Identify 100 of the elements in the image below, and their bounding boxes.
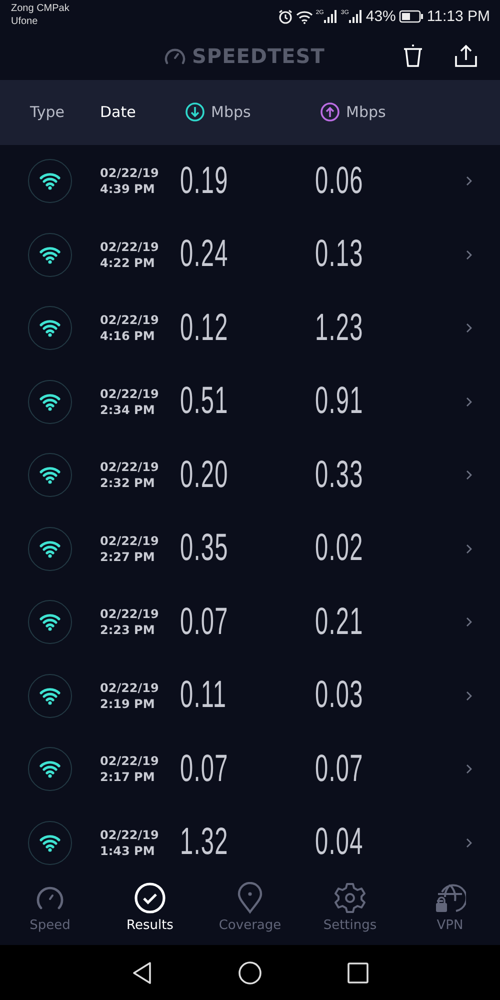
chevron-icon — [465, 396, 473, 408]
chevron-icon — [465, 542, 473, 555]
carrier-name: Zong CMPak — [11, 2, 70, 15]
result-date: 02/22/19 — [100, 826, 160, 843]
wifi-icon — [28, 232, 72, 277]
download-speed: 0.51 — [180, 380, 230, 424]
result-time: 2:23 PM — [100, 622, 156, 638]
upload-speed: 0.33 — [315, 454, 364, 497]
download-speed: 0.11 — [180, 674, 228, 718]
upload-icon — [320, 102, 340, 122]
check-icon — [134, 882, 166, 914]
result-date: 02/22/19 — [100, 238, 160, 255]
column-header[interactable]: Type — [30, 103, 64, 122]
download-speed: 0.20 — [180, 454, 230, 497]
result-time: 4:39 PM — [100, 181, 156, 198]
upload-speed: 0.21 — [315, 600, 364, 644]
result-time: 2:32 PM — [100, 475, 156, 492]
chevron-button[interactable] — [465, 690, 473, 702]
chevron-icon — [465, 322, 473, 334]
result-date: 02/22/19 — [100, 532, 160, 549]
upload-speed: 1.23 — [315, 306, 364, 350]
wifi-icon — [28, 747, 72, 792]
chevron-button[interactable] — [465, 175, 473, 188]
result-time: 1:43 PM — [100, 842, 156, 859]
chevron-button[interactable] — [465, 469, 473, 482]
chevron-button[interactable] — [465, 763, 473, 776]
chevron-button[interactable] — [465, 616, 473, 628]
app-title: SPEEDTEST — [192, 44, 325, 68]
trash-icon — [402, 44, 424, 68]
download-speed: 0.12 — [180, 306, 230, 350]
wifi-icon — [28, 380, 72, 424]
result-time: 4:16 PM — [100, 328, 156, 344]
home-button[interactable] — [238, 960, 262, 985]
chevron-icon — [465, 763, 473, 776]
alarm-icon — [278, 9, 293, 24]
globe-lock-icon — [434, 882, 466, 914]
battery-icon — [398, 10, 424, 23]
column-header[interactable]: Mbps — [346, 103, 386, 122]
upload-speed: 0.07 — [315, 748, 364, 791]
column-header[interactable]: Mbps — [211, 103, 251, 122]
upload-speed: 0.04 — [315, 821, 364, 864]
carrier-name: Ufone — [11, 15, 39, 28]
upload-speed: 0.02 — [315, 527, 364, 570]
download-icon — [185, 102, 205, 122]
chevron-icon — [465, 616, 473, 628]
delete-button[interactable] — [402, 44, 424, 68]
download-speed: 0.24 — [180, 233, 230, 276]
chevron-button[interactable] — [465, 248, 473, 261]
upload-speed: 0.06 — [315, 160, 364, 203]
back-icon — [131, 960, 153, 985]
chevron-icon — [465, 248, 473, 261]
result-time: 2:27 PM — [100, 548, 156, 565]
wifi-icon — [28, 306, 72, 350]
recents-button[interactable] — [347, 962, 369, 984]
recents-icon — [347, 962, 369, 984]
download-speed: 1.32 — [180, 821, 230, 864]
wifi-icon — [28, 526, 72, 571]
chevron-icon — [465, 836, 473, 849]
upload-speed: 0.91 — [315, 380, 364, 424]
chevron-button[interactable] — [465, 322, 473, 334]
column-header[interactable]: Date — [100, 103, 136, 122]
back-button[interactable] — [131, 960, 153, 985]
result-time: 2:17 PM — [100, 769, 156, 786]
result-date: 02/22/19 — [100, 312, 160, 328]
result-date: 02/22/19 — [100, 165, 160, 182]
wifi-icon — [28, 820, 72, 865]
signal-icon — [348, 10, 363, 23]
download-speed: 0.07 — [180, 600, 230, 644]
download-speed: 0.07 — [180, 748, 230, 791]
chevron-icon — [465, 690, 473, 702]
share-icon — [454, 44, 478, 68]
chevron-button[interactable] — [465, 396, 473, 408]
result-date: 02/22/19 — [100, 606, 160, 622]
settings-icon — [334, 882, 366, 914]
chevron-button[interactable] — [465, 542, 473, 555]
download-speed: 0.35 — [180, 527, 230, 570]
download-speed: 0.19 — [180, 160, 230, 203]
upload-speed: 0.03 — [315, 674, 364, 718]
wifi-icon — [28, 453, 72, 498]
result-date: 02/22/19 — [100, 386, 160, 402]
clock: 11:13 PM — [426, 8, 490, 25]
signal-icon — [324, 10, 338, 23]
battery-level: 43% — [366, 8, 396, 25]
tab[interactable]: Results — [100, 870, 200, 946]
result-time: 2:34 PM — [100, 402, 156, 418]
chevron-icon — [465, 175, 473, 188]
wifi-icon — [28, 159, 72, 204]
result-date: 02/22/19 — [100, 753, 160, 770]
upload-speed: 0.13 — [315, 233, 364, 276]
chevron-icon — [465, 469, 473, 482]
result-date: 02/22/19 — [100, 680, 160, 696]
result-time: 4:22 PM — [100, 254, 156, 271]
wifi-icon — [28, 674, 72, 718]
share-button[interactable] — [454, 44, 478, 68]
wifi-icon — [28, 600, 72, 644]
wifi-icon — [296, 10, 313, 24]
result-date: 02/22/19 — [100, 459, 160, 476]
home-icon — [238, 960, 262, 985]
result-time: 2:19 PM — [100, 696, 156, 712]
chevron-button[interactable] — [465, 836, 473, 849]
